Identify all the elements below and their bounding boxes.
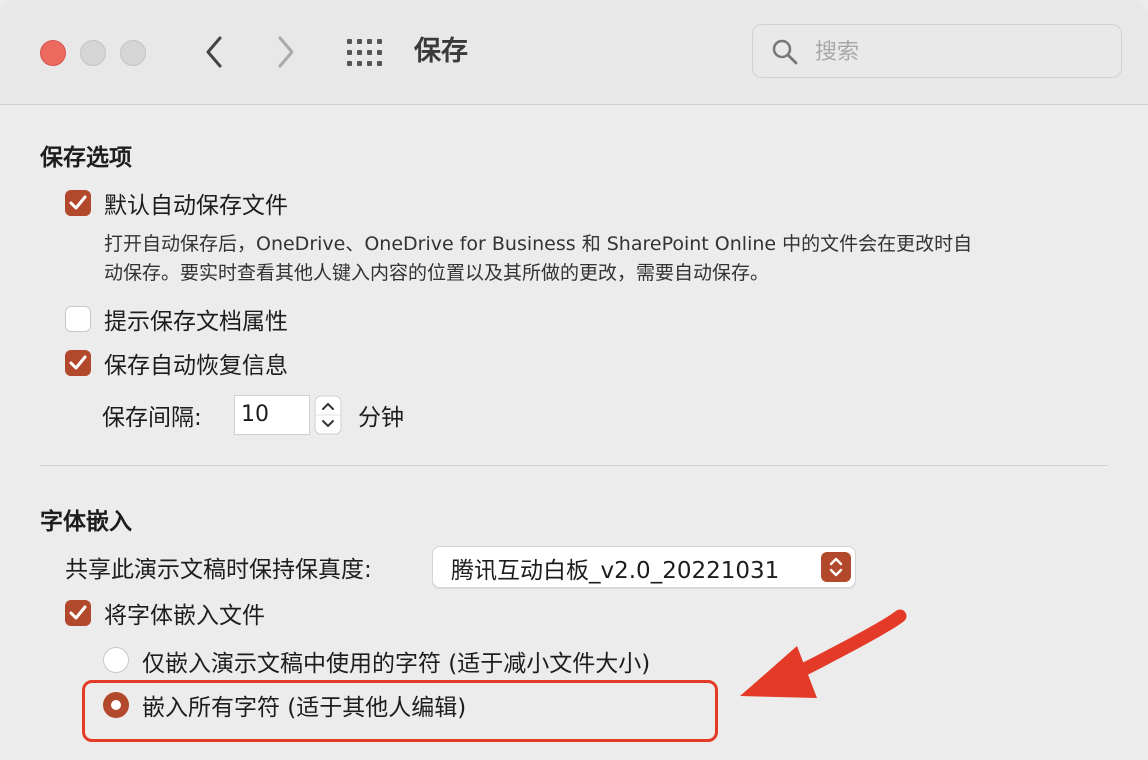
search-field[interactable] [752,24,1122,78]
fidelity-select[interactable]: 腾讯互动白板_v2.0_20221031 [432,546,856,588]
checkmark-icon [69,605,87,620]
embed-fonts-checkbox[interactable] [65,600,91,626]
updown-chevron-icon [821,552,851,582]
minimize-window-button[interactable] [80,40,106,66]
fidelity-label: 共享此演示文稿时保持保真度: [65,557,372,583]
search-icon [772,39,798,65]
autosave-description-line2: 动保存。要实时查看其他人键入内容的位置以及其所做的更改，需要自动保存。 [104,262,770,284]
zoom-window-button[interactable] [120,40,146,66]
title-bar: 保存 [0,0,1148,105]
section-divider [40,465,1108,466]
window-title: 保存 [414,36,468,67]
autosave-checkbox[interactable] [65,190,91,216]
grid-icon [347,39,382,66]
autosave-label: 默认自动保存文件 [104,193,288,219]
checkmark-icon [69,195,87,210]
interval-unit: 分钟 [358,405,404,431]
show-all-grid-button[interactable] [346,38,384,68]
interval-label: 保存间隔: [102,405,202,431]
search-input[interactable] [813,35,1107,69]
preferences-window: 保存 保存选项 默认自动保存文件 打开自动保存后，OneDrive、OneDri… [0,0,1148,760]
chevron-right-icon [278,36,294,68]
embed-fonts-label: 将字体嵌入文件 [104,603,265,629]
close-window-button[interactable] [40,40,66,66]
annotation-arrow-icon [740,609,907,698]
save-options-heading: 保存选项 [40,145,132,171]
autosave-description-line1: 打开自动保存后，OneDrive、OneDrive for Business 和… [104,233,973,255]
annotation-highlight-box [82,680,718,742]
prompt-properties-checkbox[interactable] [65,306,91,332]
interval-input[interactable]: 10 [234,395,310,435]
autorecover-label: 保存自动恢复信息 [104,353,288,379]
prompt-properties-label: 提示保存文档属性 [104,309,288,335]
embed-used-chars-label: 仅嵌入演示文稿中使用的字符 (适于减小文件大小) [142,651,651,677]
fidelity-selected-value: 腾讯互动白板_v2.0_20221031 [451,558,780,584]
back-button[interactable] [196,32,232,72]
autorecover-checkbox[interactable] [65,350,91,376]
chevron-left-icon [206,36,222,68]
embed-used-chars-radio[interactable] [103,647,129,673]
checkmark-icon [69,355,87,370]
font-embedding-heading: 字体嵌入 [40,509,132,535]
forward-button[interactable] [268,32,304,72]
interval-stepper[interactable] [314,395,342,435]
